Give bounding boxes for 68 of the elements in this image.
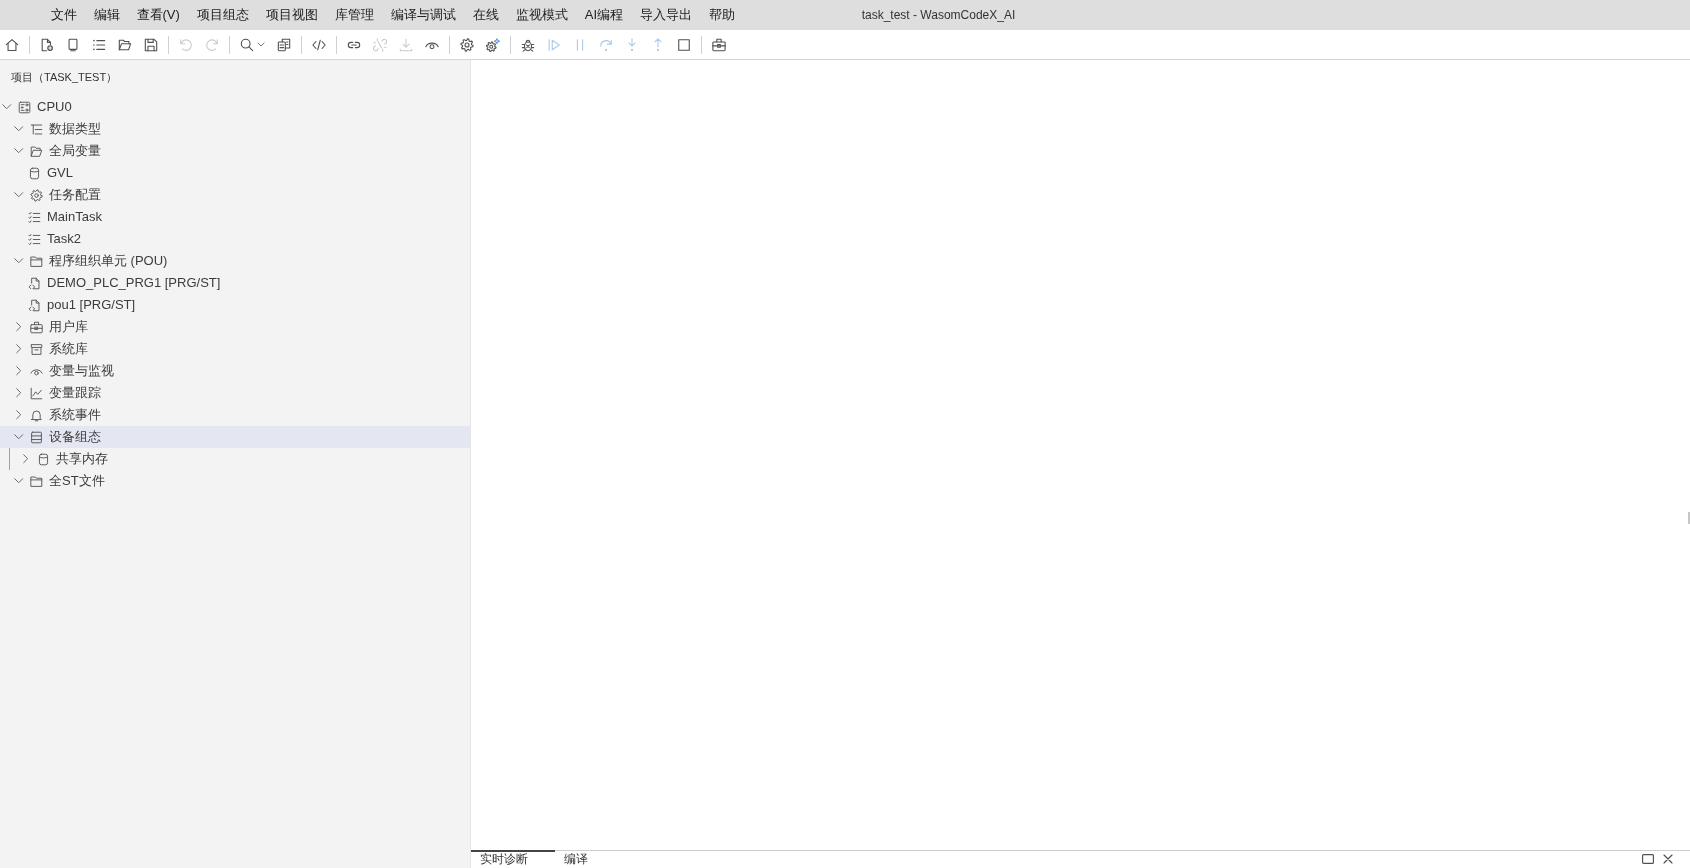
- gear-icon: [30, 188, 43, 202]
- tree-item[interactable]: 系统事件: [0, 404, 470, 426]
- chevron-right-icon[interactable]: [23, 454, 29, 464]
- tree-item[interactable]: 全ST文件: [0, 470, 470, 492]
- tree-item[interactable]: 用户库: [0, 316, 470, 338]
- code-file-icon: [28, 276, 41, 290]
- tree-item[interactable]: 变量与监视: [0, 360, 470, 382]
- menu-item[interactable]: 项目组态: [188, 1, 258, 29]
- close-icon[interactable]: [1663, 854, 1673, 864]
- menu-item[interactable]: 项目视图: [257, 1, 327, 29]
- menu-item[interactable]: 在线: [464, 1, 508, 29]
- folder-icon: [30, 254, 43, 268]
- menu-item[interactable]: 文件: [42, 1, 85, 29]
- sidebar-title: 项目（TASK_TEST）: [10, 70, 119, 85]
- menu-item[interactable]: 导入导出: [631, 1, 701, 29]
- tree-item[interactable]: pou1 [PRG/ST]: [0, 294, 470, 316]
- panel-tab[interactable]: 编译: [555, 850, 639, 867]
- server-icon: [30, 430, 43, 444]
- tree-item[interactable]: MainTask: [0, 206, 470, 228]
- tree-item[interactable]: 程序组织单元 (POU): [0, 250, 470, 272]
- tree-item[interactable]: 任务配置: [0, 184, 470, 206]
- database-icon: [28, 166, 41, 180]
- menu-item[interactable]: 编辑: [85, 1, 128, 29]
- code-file-icon: [28, 298, 41, 312]
- chevron-down-icon[interactable]: [14, 258, 24, 264]
- chevron-down-icon[interactable]: [2, 104, 12, 110]
- checklist-icon: [28, 210, 41, 224]
- tree-item[interactable]: 数据类型: [0, 118, 470, 140]
- menu-item[interactable]: 编译与调试: [382, 1, 465, 29]
- tree-item[interactable]: Task2: [0, 228, 470, 250]
- menu-item[interactable]: AI编程: [576, 1, 632, 29]
- chevron-down-icon[interactable]: [14, 478, 24, 484]
- chevron-right-icon[interactable]: [16, 344, 22, 354]
- board-icon: [18, 100, 31, 114]
- maximize-icon[interactable]: [1642, 854, 1654, 864]
- chevron-right-icon[interactable]: [16, 410, 22, 420]
- tree-item[interactable]: 设备组态: [0, 426, 470, 448]
- checklist-icon: [28, 232, 41, 246]
- menu-item[interactable]: 帮助: [700, 1, 744, 29]
- chevron-down-icon[interactable]: [14, 148, 24, 154]
- tree-list-icon: [30, 122, 43, 136]
- chevron-right-icon[interactable]: [16, 322, 22, 332]
- tree-item[interactable]: CPU0: [0, 96, 470, 118]
- database-icon: [37, 452, 50, 466]
- menu-item[interactable]: 监视模式: [507, 1, 577, 29]
- chevron-down-icon[interactable]: [14, 126, 24, 132]
- tree-item[interactable]: 系统库: [0, 338, 470, 360]
- menu-item[interactable]: 库管理: [326, 1, 383, 29]
- tree-item[interactable]: 全局变量: [0, 140, 470, 162]
- chevron-down-icon[interactable]: [14, 192, 24, 198]
- chevron-down-icon[interactable]: [14, 434, 24, 440]
- bell-icon: [30, 408, 43, 422]
- tree-item[interactable]: GVL: [0, 162, 470, 184]
- tree-item[interactable]: DEMO_PLC_PRG1 [PRG/ST]: [0, 272, 470, 294]
- caret-icon: [257, 42, 265, 47]
- scrollbar-thumb[interactable]: [1688, 512, 1690, 524]
- line-chart-icon: [30, 386, 43, 400]
- archive-icon: [30, 342, 43, 356]
- panel-tab[interactable]: 实时诊断: [471, 850, 555, 867]
- folder-open-icon: [30, 144, 43, 158]
- chevron-right-icon[interactable]: [16, 388, 22, 398]
- chevron-right-icon[interactable]: [16, 366, 22, 376]
- tree-item[interactable]: 共享内存: [0, 448, 470, 470]
- folder-icon: [30, 474, 43, 488]
- menu-item[interactable]: 查看(V): [128, 1, 189, 29]
- briefcase-icon: [30, 320, 43, 334]
- window-title: task_test - WasomCodeX_AI: [861, 7, 1016, 24]
- tree-item[interactable]: 变量跟踪: [0, 382, 470, 404]
